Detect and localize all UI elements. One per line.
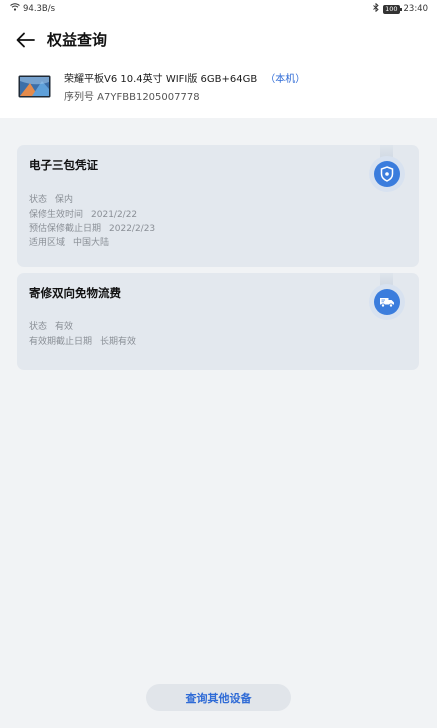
bluetooth-icon (373, 2, 379, 15)
device-info: 荣耀平板V6 10.4英寸 WIFI版 6GB+64GB （本机） 序列号 A7Y… (0, 64, 437, 112)
battery-icon: 100 (383, 4, 402, 14)
clock: 23:40 (403, 4, 429, 14)
row-value: 2021/2/22 (91, 210, 138, 220)
this-device-tag: （本机） (265, 74, 306, 85)
status-left: 94.3B/s (10, 3, 55, 14)
card-title: 寄修双向免物流费 (29, 286, 121, 300)
row-label: 状态 (29, 195, 48, 205)
card-title: 电子三包凭证 (29, 158, 98, 172)
row-label: 有效期截止日期 (29, 337, 93, 347)
status-right: 100 23:40 (373, 2, 429, 15)
region-row: 适用区域 中国大陆 (29, 235, 109, 248)
query-other-devices-button[interactable]: 查询其他设备 (146, 684, 291, 711)
device-name: 荣耀平板V6 10.4英寸 WIFI版 6GB+64GB （本机） (64, 70, 305, 85)
shield-icon (374, 161, 400, 187)
truck-icon (374, 289, 400, 315)
row-value: 中国大陆 (73, 238, 110, 248)
status-row: 状态 有效 (29, 319, 73, 332)
row-value: 2022/2/23 (109, 224, 156, 234)
back-arrow-icon[interactable] (12, 26, 40, 54)
row-label: 状态 (29, 322, 48, 332)
row-label: 保修生效时间 (29, 210, 84, 220)
header: 权益查询 (0, 22, 437, 58)
device-name-text: 荣耀平板V6 10.4英寸 WIFI版 6GB+64GB (64, 74, 258, 85)
tablet-image (18, 75, 51, 98)
warranty-card[interactable]: 电子三包凭证 状态 保内 保修生效时间 2021/2/22 预估保修截止日期 2022… (17, 145, 419, 267)
network-speed: 94.3B/s (23, 3, 56, 14)
ribbon-decoration (380, 273, 393, 289)
end-date-row: 预估保修截止日期 2022/2/23 (29, 221, 155, 234)
ribbon-decoration (380, 145, 393, 161)
status-bar: 94.3B/s 100 23:40 (0, 0, 437, 18)
serial-number: 序列号 A7YFBB1205007778 (64, 92, 200, 103)
row-label: 适用区域 (29, 238, 66, 248)
expiry-row: 有效期截止日期 长期有效 (29, 334, 136, 347)
row-value: 长期有效 (100, 337, 137, 347)
page-title: 权益查询 (47, 31, 108, 49)
row-value: 保内 (55, 195, 74, 205)
free-shipping-card[interactable]: 寄修双向免物流费 状态 有效 有效期截止日期 长期有效 (17, 273, 419, 370)
row-label: 预估保修截止日期 (29, 224, 102, 234)
wifi-icon (10, 3, 20, 14)
status-row: 状态 保内 (29, 192, 73, 205)
start-date-row: 保修生效时间 2021/2/22 (29, 207, 137, 220)
row-value: 有效 (55, 322, 74, 332)
